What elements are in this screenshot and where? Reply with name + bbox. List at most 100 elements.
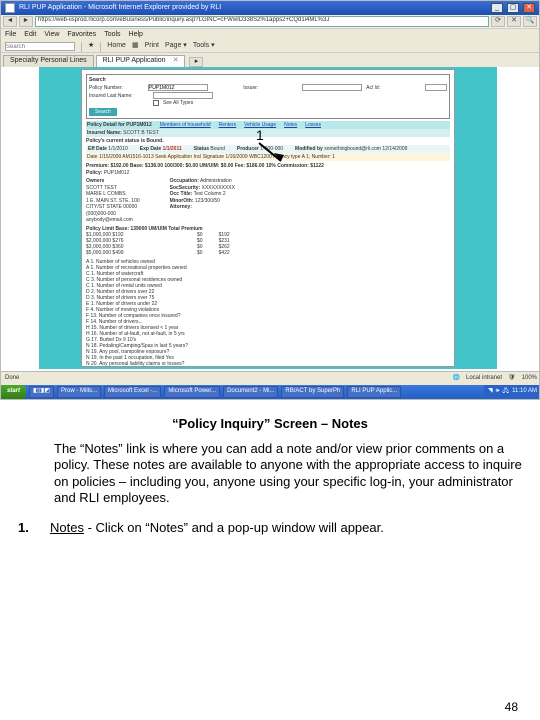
system-tray: ◥ 🕪 🖧 11:10 AM [484, 385, 540, 399]
addr2: CITY/ST STATE 00000 [86, 204, 140, 211]
doc-content: “Policy Inquiry” Screen – Notes The “Not… [0, 412, 540, 535]
search-panel: Search Policy Number: Issuer: Acl Id: In… [86, 74, 450, 119]
home-button[interactable]: Home [107, 42, 126, 50]
zone-label: Local intranet [466, 375, 502, 382]
step-row: 1. Notes - Click on “Notes” and a pop-up… [18, 520, 522, 535]
app-icon [5, 3, 15, 13]
search-icon[interactable]: 🔍 [523, 16, 537, 27]
question-line: N 21. Any crimes, misdemeanor conviction… [86, 367, 450, 368]
close-tab-icon[interactable]: ✕ [173, 57, 179, 65]
menu-help[interactable]: Help [129, 31, 143, 39]
new-tab-button[interactable]: ▸ [189, 57, 203, 67]
menu-favorites[interactable]: Favorites [67, 31, 96, 39]
ssn-label: SocSecurity: [170, 185, 201, 191]
acl-label: Acl Id: [366, 85, 421, 91]
window-title: RLI PUP Application - Microsoft Internet… [19, 4, 221, 12]
step-text: Notes - Click on “Notes” and a pop-up wi… [50, 520, 522, 535]
task-item[interactable]: RB/ACT by SuperPh [281, 386, 344, 398]
insured-last-label: Insured Last Name: [89, 93, 149, 99]
eff-date: 1/1/2010 [108, 146, 127, 152]
menu-bar: File Edit View Favorites Tools Help [1, 29, 539, 41]
start-button[interactable]: start [1, 385, 26, 399]
task-item[interactable]: Microsoft Excel -... [104, 386, 161, 398]
minimize-button[interactable]: _ [491, 3, 503, 13]
tray-icon[interactable]: 🕪 [496, 388, 500, 395]
owners-label: Owners [86, 178, 104, 184]
menu-file[interactable]: File [5, 31, 16, 39]
insured-name-label: Insured Name: [87, 130, 122, 136]
status-val: Bound [210, 146, 224, 152]
policy-label: Policy Number: [89, 85, 144, 91]
exp-date: 1/1/2011 [163, 146, 182, 152]
modtime: 12/14/2009 [382, 146, 407, 152]
see-all-label: See All Types [163, 100, 193, 106]
status-bar: Done 🌐 Local intranet 🛡 100% [1, 371, 540, 385]
issuer-input[interactable] [302, 84, 362, 91]
page-number: 48 [505, 700, 518, 714]
tray-icon[interactable]: 🖧 [502, 388, 509, 395]
menu-view[interactable]: View [44, 31, 59, 39]
taskbar: start ◧◨◩ Prow - Mills... Microsoft Exce… [1, 385, 540, 399]
address-field[interactable]: https://web-iisprod.rlicorp.com/eBusines… [35, 16, 489, 27]
ssn-val: XXXXXXXXXX [202, 185, 235, 191]
task-item[interactable]: Microsoft Power... [164, 386, 220, 398]
policy-num-label: Policy: [86, 170, 102, 176]
person-columns: Owners SCOTT TEST MARIE L COMBS 1 E. MAI… [86, 178, 450, 224]
search-heading: Search [89, 77, 447, 83]
policy-input[interactable] [148, 84, 208, 91]
tab-strip: Specialty Personal Lines RLI PUP Applica… [1, 53, 539, 67]
window-titlebar: RLI PUP Application - Microsoft Internet… [1, 1, 539, 15]
task-item[interactable]: Prow - Mills... [57, 386, 101, 398]
browser-window-screenshot: RLI PUP Application - Microsoft Internet… [0, 0, 540, 400]
search-input[interactable] [5, 42, 75, 51]
atty-label: Attorney: [170, 204, 192, 210]
print-button[interactable]: Print [145, 42, 159, 50]
detail-title: Policy Detail for PUP1M012 [87, 122, 152, 128]
zoom-label: 100% [522, 375, 537, 382]
limit-row: $5,000,000 $499$0$422 [86, 250, 450, 256]
inquiry-panel: Search Policy Number: Issuer: Acl Id: In… [81, 69, 455, 367]
occ2-val: Test Column 2 [194, 191, 226, 197]
menu-edit[interactable]: Edit [24, 31, 36, 39]
status-left: Done [5, 375, 19, 382]
quicklaunch[interactable]: ◧◨◩ [29, 386, 54, 398]
link-notes[interactable]: Notes [284, 122, 297, 128]
minor-label: MinorOth: [170, 198, 194, 204]
step-rest: - Click on “Notes” and a pop-up window w… [84, 520, 384, 535]
minor-val: 123/300/50 [195, 198, 220, 204]
tray-icon[interactable]: ◥ [488, 388, 493, 395]
tab-label: RLI PUP Application [103, 57, 166, 65]
page-menu[interactable]: Page ▾ [165, 42, 187, 50]
task-item[interactable]: Document2 - Mi... [223, 386, 278, 398]
tab-pup[interactable]: RLI PUP Application ✕ [96, 55, 186, 67]
refresh-button[interactable]: ⟳ [491, 16, 505, 27]
feeds-icon[interactable]: ▦ [132, 42, 139, 50]
search-button[interactable]: Search [89, 108, 117, 116]
acl-input[interactable] [425, 84, 447, 91]
modby-label: Modified by [295, 146, 323, 152]
clock: 11:10 AM [512, 388, 537, 395]
command-bar: ★ Home ▦ Print Page ▾ Tools ▾ [1, 41, 539, 53]
shield-icon: 🛡 [508, 375, 516, 382]
favorites-icon[interactable]: ★ [88, 42, 94, 50]
link-members[interactable]: Members of household [160, 122, 211, 128]
policy-num: PUP1M012 [104, 170, 130, 176]
task-item[interactable]: RLI PUP Applic... [347, 386, 401, 398]
step-underline: Notes [50, 520, 84, 535]
tools-menu[interactable]: Tools ▾ [193, 42, 215, 50]
question-list: A 1. Number of vehicles ownedA 1. Number… [86, 259, 450, 368]
insured-last-input[interactable] [153, 92, 213, 99]
modby-val: somethingbound@rli.com [324, 146, 381, 152]
link-losses[interactable]: Losses [305, 122, 321, 128]
close-button[interactable]: ✕ [523, 3, 535, 13]
maximize-button[interactable]: ▢ [507, 3, 519, 13]
stop-button[interactable]: ✕ [507, 16, 521, 27]
link-renters[interactable]: Renters [219, 122, 237, 128]
status-label: Status [194, 146, 209, 152]
forward-button[interactable]: ► [19, 16, 33, 27]
see-all-checkbox[interactable] [153, 100, 159, 106]
occ-label: Occupation: [170, 178, 199, 184]
back-button[interactable]: ◄ [3, 16, 17, 27]
menu-tools[interactable]: Tools [104, 31, 120, 39]
tab-specialty[interactable]: Specialty Personal Lines [3, 55, 94, 67]
